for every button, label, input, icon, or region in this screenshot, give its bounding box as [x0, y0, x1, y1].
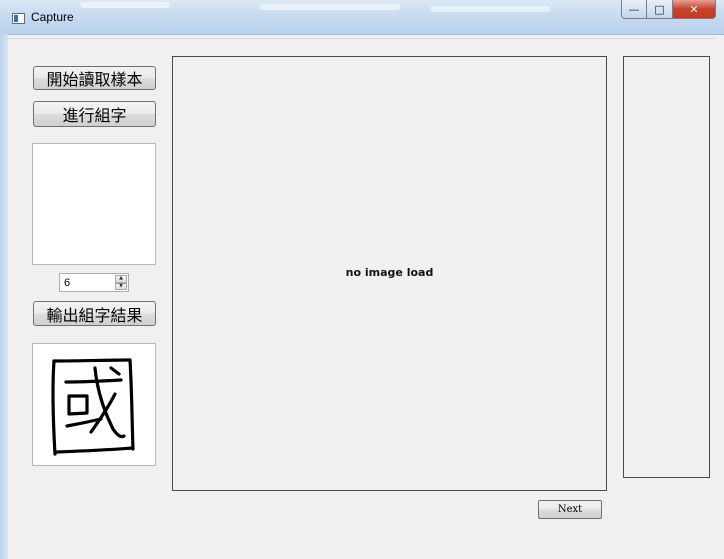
window-frame: [0, 34, 8, 559]
compose-characters-button[interactable]: 進行組字: [33, 101, 156, 127]
handwritten-character-image: [51, 358, 135, 456]
app-icon: [12, 13, 25, 24]
result-character-panel: [32, 343, 156, 466]
window-controls: — □ ✕: [621, 0, 716, 20]
capture-window: Capture — □ ✕ 開始讀取樣本 進行組字 ▲ ▼ 輸出組字結果: [0, 0, 724, 559]
count-spinbox[interactable]: ▲ ▼: [59, 273, 129, 292]
spin-up-icon[interactable]: ▲: [115, 275, 127, 283]
spin-buttons: ▲ ▼: [115, 275, 127, 290]
title-bar-decoration: [260, 4, 400, 10]
count-input[interactable]: [62, 274, 116, 291]
minimize-button[interactable]: —: [621, 0, 647, 19]
close-button[interactable]: ✕: [673, 0, 716, 19]
window-title: Capture: [31, 10, 74, 24]
image-display-area: no image load: [172, 56, 607, 491]
sample-preview-panel: [32, 143, 156, 265]
start-reading-samples-button[interactable]: 開始讀取樣本: [33, 66, 156, 90]
title-bar: Capture — □ ✕: [0, 0, 724, 35]
menu-strip: [8, 34, 716, 39]
no-image-message: no image load: [345, 266, 434, 279]
side-image-panel: [623, 56, 710, 478]
spin-down-icon[interactable]: ▼: [115, 282, 127, 290]
output-result-button[interactable]: 輸出組字結果: [33, 301, 156, 326]
title-bar-decoration: [430, 6, 550, 12]
next-button[interactable]: Next: [538, 500, 602, 519]
maximize-button[interactable]: □: [647, 0, 673, 19]
title-bar-decoration: [80, 2, 170, 8]
